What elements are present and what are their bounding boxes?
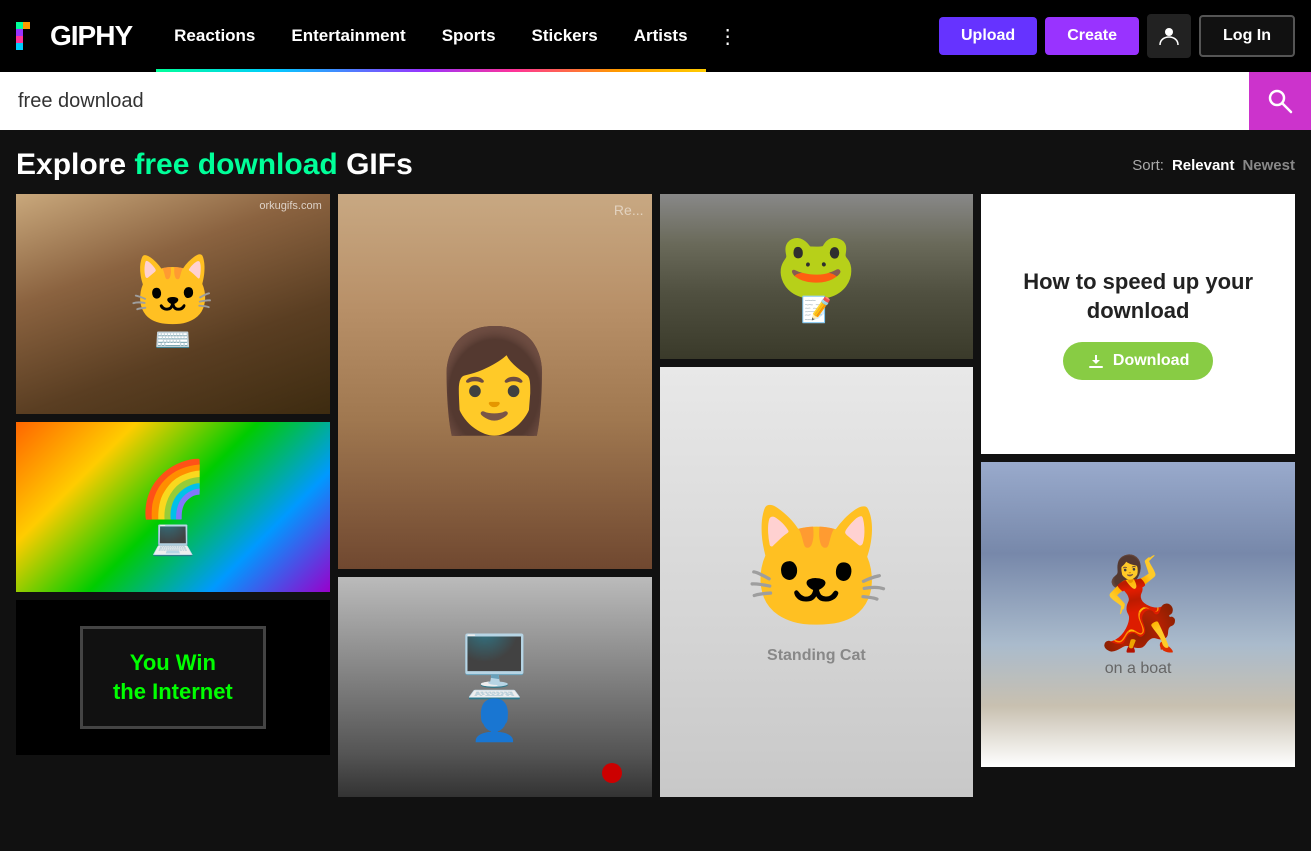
gif-rainbow-computer[interactable]: 🌈 💻 bbox=[16, 422, 330, 592]
giphy-logo-icon bbox=[16, 22, 44, 50]
ad-download-label: Download bbox=[1113, 352, 1189, 370]
search-bar bbox=[0, 72, 1311, 130]
nav-more-button[interactable]: ⋮ bbox=[706, 0, 750, 72]
gif-column-1: 🐱 ⌨️ orkugifs.com 🌈 💻 You Winthe Interne… bbox=[16, 194, 330, 797]
ad-download-button[interactable]: Download bbox=[1063, 342, 1213, 380]
logo-text: GIPHY bbox=[50, 20, 132, 52]
you-win-text: You Winthe Internet bbox=[113, 649, 233, 706]
header: GIPHY Reactions Entertainment Sports Sti… bbox=[0, 0, 1311, 72]
upload-button[interactable]: Upload bbox=[939, 17, 1037, 55]
gif-rihanna-boat[interactable]: 💃 on a boat bbox=[981, 462, 1295, 767]
nav-sports[interactable]: Sports bbox=[424, 0, 514, 72]
explore-prefix: Explore bbox=[16, 148, 134, 181]
sort-newest[interactable]: Newest bbox=[1242, 157, 1295, 174]
sort-label: Sort: bbox=[1132, 157, 1164, 174]
gif-woman-smiling[interactable]: 👩 Re... bbox=[338, 194, 652, 569]
nav-reactions[interactable]: Reactions bbox=[156, 0, 273, 72]
gif-person-old-computer[interactable]: 🖥️ 👤 bbox=[338, 577, 652, 797]
gif-column-3: 🐸 📝 🐱 Standing Cat bbox=[660, 194, 974, 797]
nav-stickers[interactable]: Stickers bbox=[514, 0, 616, 72]
create-button[interactable]: Create bbox=[1045, 17, 1139, 55]
search-input[interactable] bbox=[18, 90, 1249, 113]
user-icon bbox=[1158, 25, 1180, 47]
gif-kermit-typing[interactable]: 🐸 📝 bbox=[660, 194, 974, 359]
download-icon bbox=[1087, 352, 1105, 370]
gif-column-4: How to speed up your download Download 💃… bbox=[981, 194, 1295, 797]
header-actions: Upload Create Log In bbox=[939, 14, 1295, 58]
search-button[interactable] bbox=[1249, 72, 1311, 130]
login-button[interactable]: Log In bbox=[1199, 15, 1295, 57]
sort-area: Sort: Relevant Newest bbox=[1132, 157, 1295, 174]
sort-relevant[interactable]: Relevant bbox=[1172, 157, 1235, 174]
gif-cat-typing[interactable]: 🐱 ⌨️ orkugifs.com bbox=[16, 194, 330, 414]
user-icon-button[interactable] bbox=[1147, 14, 1191, 58]
ad-title: How to speed up your download bbox=[1001, 268, 1275, 325]
explore-highlight: free download bbox=[134, 148, 337, 181]
gif-column-2: 👩 Re... 🖥️ 👤 bbox=[338, 194, 652, 797]
logo-area[interactable]: GIPHY bbox=[16, 20, 132, 52]
nav-artists[interactable]: Artists bbox=[616, 0, 706, 72]
gif-ad-download[interactable]: How to speed up your download Download bbox=[981, 194, 1295, 454]
gif-grid: 🐱 ⌨️ orkugifs.com 🌈 💻 You Winthe Interne… bbox=[0, 194, 1311, 813]
you-win-screen: You Winthe Internet bbox=[80, 626, 266, 729]
search-icon bbox=[1266, 87, 1294, 115]
explore-section: Explore free download GIFs Sort: Relevan… bbox=[0, 130, 1311, 194]
nav-entertainment[interactable]: Entertainment bbox=[273, 0, 423, 72]
explore-title: Explore free download GIFs bbox=[16, 148, 413, 182]
main-nav: Reactions Entertainment Sports Stickers … bbox=[156, 0, 931, 72]
gif-you-win-internet[interactable]: You Winthe Internet bbox=[16, 600, 330, 755]
gif-cat-standing[interactable]: 🐱 Standing Cat bbox=[660, 367, 974, 797]
explore-suffix: GIFs bbox=[338, 148, 413, 181]
